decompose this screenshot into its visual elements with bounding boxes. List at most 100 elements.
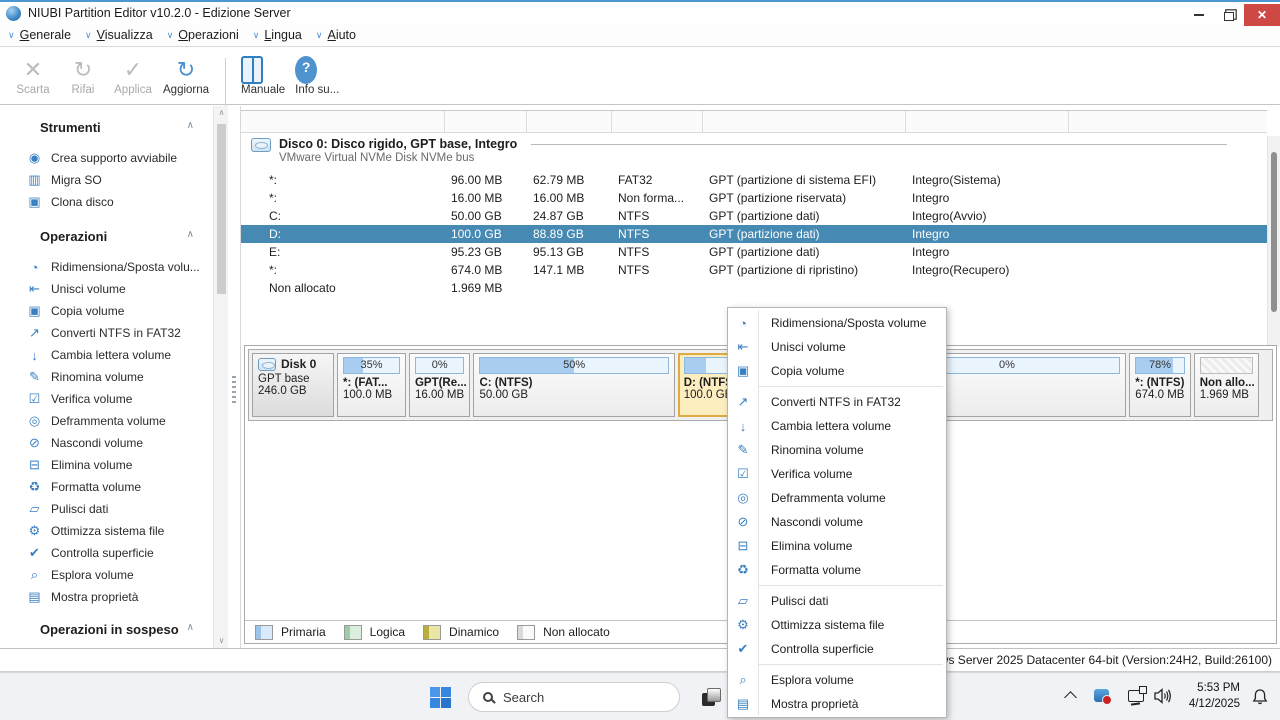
column-header[interactable] — [612, 111, 703, 132]
context-menu-item[interactable]: ⚙ Ottimizza sistema file — [728, 613, 946, 637]
legend-swatch — [343, 624, 362, 640]
context-menu-item[interactable]: ▣ Copia volume — [728, 359, 946, 387]
sidebar-item[interactable]: ⊟ Elimina volume — [0, 454, 240, 476]
menu-item[interactable]: Lingua — [253, 28, 302, 42]
volume-row[interactable]: D: 100.0 GB 88.89 GB NTFS GPT (partizion… — [241, 225, 1267, 243]
notification-bell-icon[interactable] — [1252, 688, 1268, 710]
sidebar-item[interactable]: ⌕ Esplora volume — [0, 564, 240, 586]
cell-type: GPT (partizione riservata) — [709, 191, 847, 205]
sidebar-item-label: Ottimizza sistema file — [51, 524, 165, 538]
sidebar-scrollbar[interactable] — [213, 106, 228, 648]
chevron-up-icon[interactable] — [187, 229, 194, 244]
scrollbar-thumb[interactable] — [217, 124, 226, 294]
disk-map-partition[interactable]: Non allo... 1.969 MB — [1193, 353, 1259, 417]
sidebar-item[interactable]: ↓ Cambia lettera volume — [0, 344, 240, 366]
sidebar-item[interactable]: ◔ Ridimensiona/Sposta volu... — [0, 256, 240, 278]
context-menu-item[interactable]: ✎ Rinomina volume — [728, 438, 946, 462]
menu-item[interactable]: Operazioni — [167, 28, 238, 42]
toolbar-button[interactable]: ↻ Rifai — [58, 56, 108, 96]
sidebar-group-tools[interactable]: Strumenti — [0, 120, 240, 135]
restore-button[interactable] — [1214, 4, 1244, 26]
context-menu-item[interactable]: ⊘ Nascondi volume — [728, 510, 946, 534]
menu-item[interactable]: Visualizza — [85, 28, 153, 42]
volume-row[interactable]: Non allocato 1.969 MB — [241, 279, 1267, 297]
column-header[interactable] — [527, 111, 612, 132]
context-menu-item[interactable]: ▤ Mostra proprietà — [728, 692, 946, 716]
toolbar-button[interactable]: Info su... — [290, 55, 344, 96]
sidebar-item[interactable]: ▤ Mostra proprietà — [0, 586, 240, 608]
volume-row[interactable]: *: 674.0 MB 147.1 MB NTFS GPT (partizion… — [241, 261, 1267, 279]
disk-map-partition[interactable]: 78% *: (NTFS) 674.0 MB — [1129, 353, 1191, 417]
toolbar-button[interactable]: ✕ Scarta — [8, 56, 58, 96]
column-header[interactable] — [249, 111, 445, 132]
volume-row[interactable]: C: 50.00 GB 24.87 GB NTFS GPT (partizion… — [241, 207, 1267, 225]
scroll-up-icon[interactable] — [214, 106, 229, 120]
sidebar-item[interactable]: ◎ Deframmenta volume — [0, 410, 240, 432]
context-menu-item[interactable]: ▱ Pulisci dati — [728, 589, 946, 613]
clock[interactable]: 5:53 PM 4/12/2025 — [1170, 681, 1240, 712]
task-view-icon[interactable] — [702, 688, 721, 706]
column-header[interactable] — [906, 111, 1069, 132]
volume-row[interactable]: *: 96.00 MB 62.79 MB FAT32 GPT (partizio… — [241, 171, 1267, 189]
sidebar-item-label: Ridimensiona/Sposta volu... — [51, 260, 200, 274]
context-menu-item[interactable]: ↗ Converti NTFS in FAT32 — [728, 390, 946, 414]
context-menu-item[interactable]: ◎ Deframmenta volume — [728, 486, 946, 510]
close-button[interactable] — [1244, 4, 1280, 26]
sidebar-item[interactable]: ▣ Clona disco — [0, 191, 240, 213]
sidebar-item[interactable]: ▥ Migra SO — [0, 169, 240, 191]
splitter-grip[interactable] — [232, 376, 236, 404]
minimize-button[interactable] — [1184, 4, 1214, 26]
cell-status: Integro(Avvio) — [912, 209, 987, 223]
disk-map-partition[interactable]: 35% *: (FAT... 100.0 MB — [337, 353, 406, 417]
menu-item[interactable]: Aiuto — [316, 28, 356, 42]
network-display-icon[interactable] — [1128, 686, 1147, 702]
table-scrollbar[interactable] — [1267, 136, 1280, 347]
scroll-down-icon[interactable] — [214, 634, 229, 648]
context-menu: ◔ Ridimensiona/Sposta volume ⇤ Unisci vo… — [727, 307, 947, 718]
chevron-up-icon[interactable] — [187, 622, 194, 637]
disk-map-partition[interactable]: 0% GPT(Re... 16.00 MB — [408, 353, 471, 417]
sidebar-item[interactable]: ✔ Controlla superficie — [0, 542, 240, 564]
sidebar-item[interactable]: ↗ Converti NTFS in FAT32 — [0, 322, 240, 344]
convert-ntfs-fat32-icon: ↗ — [29, 325, 40, 340]
disk-map-partition[interactable]: 50% C: (NTFS) 50.00 GB — [473, 353, 675, 417]
context-menu-item[interactable]: ⇤ Unisci volume — [728, 335, 946, 359]
disk-group-row[interactable]: Disco 0: Disco rigido, GPT base, Integro… — [241, 133, 1267, 171]
context-menu-item[interactable]: ⊟ Elimina volume — [728, 534, 946, 558]
tray-chevron-up-icon[interactable] — [1064, 691, 1077, 704]
niubi-tray-icon[interactable] — [1094, 689, 1112, 705]
sidebar-item[interactable]: ♻ Formatta volume — [0, 476, 240, 498]
volume-row[interactable]: E: 95.23 GB 95.13 GB NTFS GPT (partizion… — [241, 243, 1267, 261]
column-header[interactable] — [703, 111, 906, 132]
volume-row[interactable]: *: 16.00 MB 16.00 MB Non forma... GPT (p… — [241, 189, 1267, 207]
column-header[interactable] — [445, 111, 527, 132]
search-input[interactable]: Search — [468, 682, 680, 712]
sidebar-item[interactable]: ☑ Verifica volume — [0, 388, 240, 410]
context-menu-item[interactable]: ◔ Ridimensiona/Sposta volume — [728, 311, 946, 335]
context-menu-item[interactable]: ↓ Cambia lettera volume — [728, 414, 946, 438]
sidebar-item[interactable]: ▣ Copia volume — [0, 300, 240, 322]
sidebar-group-operations[interactable]: Operazioni — [0, 229, 240, 244]
sidebar-item[interactable]: ⇤ Unisci volume — [0, 278, 240, 300]
chevron-up-icon[interactable] — [187, 120, 194, 135]
disk-info-box[interactable]: Disk 0 GPT base 246.0 GB — [252, 353, 334, 417]
sidebar-item[interactable]: ◉ Crea supporto avviabile — [0, 147, 240, 169]
cell-capacity: 1.969 MB — [451, 281, 503, 295]
context-menu-item[interactable]: ✔ Controlla superficie — [728, 637, 946, 665]
toolbar-button[interactable]: ✓ Applica — [108, 56, 158, 96]
context-menu-item[interactable]: ⌕ Esplora volume — [728, 668, 946, 692]
toolbar-button[interactable]: Manuale — [236, 55, 290, 96]
sidebar-item[interactable]: ✎ Rinomina volume — [0, 366, 240, 388]
menu-item[interactable]: Generale — [8, 28, 71, 42]
start-button[interactable] — [430, 687, 451, 708]
scrollbar-thumb[interactable] — [1271, 152, 1277, 312]
context-menu-item-label: Rinomina volume — [771, 443, 864, 457]
context-menu-item[interactable]: ♻ Formatta volume — [728, 558, 946, 586]
sidebar-item[interactable]: ⚙ Ottimizza sistema file — [0, 520, 240, 542]
context-menu-item[interactable]: ☑ Verifica volume — [728, 462, 946, 486]
sidebar-group-pending[interactable]: Operazioni in sospeso — [0, 622, 240, 637]
sidebar-item[interactable]: ⊘ Nascondi volume — [0, 432, 240, 454]
toolbar-button[interactable]: ↻ Aggiorna — [158, 56, 227, 106]
sidebar-item[interactable]: ▱ Pulisci dati — [0, 498, 240, 520]
context-menu-item-label: Controlla superficie — [771, 642, 874, 656]
